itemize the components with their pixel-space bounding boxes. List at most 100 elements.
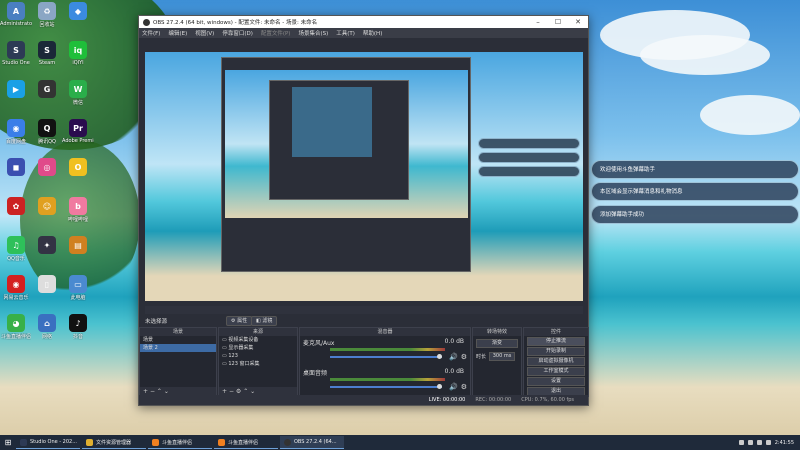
desktop-icon-label: Administrator bbox=[0, 21, 32, 27]
app-icon: ✦ bbox=[38, 236, 56, 254]
start-icon[interactable]: ⊞ bbox=[0, 438, 16, 447]
desktop-icon[interactable]: ♫ QQ音乐 bbox=[1, 236, 31, 270]
move-up-icon[interactable]: ⌃ bbox=[243, 388, 248, 395]
desktop-icon-label: 哔哩哔哩 bbox=[67, 217, 88, 223]
start-recording-button[interactable]: 开始录制 bbox=[527, 347, 585, 356]
add-source-icon[interactable]: + bbox=[222, 388, 227, 395]
menu-tools[interactable]: 工具(T) bbox=[336, 29, 355, 37]
desktop-icon[interactable]: A Administrator bbox=[0, 2, 32, 36]
scene-item[interactable]: 场景 2 bbox=[140, 344, 216, 352]
desktop-icon[interactable]: ▤ bbox=[63, 236, 93, 270]
desktop-icon[interactable]: ▯ bbox=[32, 275, 62, 309]
rec-timer: REC: 00:00:00 bbox=[475, 397, 512, 403]
desktop-icon[interactable]: iq iQIYI bbox=[63, 41, 93, 75]
desktop-icon[interactable]: ♻ 回收站 bbox=[32, 2, 62, 36]
duration-input[interactable]: 300 ms bbox=[489, 352, 515, 361]
app-icon: ▭ bbox=[69, 275, 87, 293]
desktop-icon[interactable]: ◉ 百度网盘 bbox=[1, 119, 31, 153]
maximize-icon[interactable]: ☐ bbox=[548, 18, 568, 26]
desktop-icon[interactable]: b 哔哩哔哩 bbox=[63, 197, 93, 231]
properties-button[interactable]: ⚙ 属性 bbox=[226, 316, 253, 326]
stop-streaming-button[interactable]: 停止推流 bbox=[527, 337, 585, 346]
taskbar-item[interactable]: OBS 27.2.4 (64... bbox=[280, 436, 344, 449]
desktop-icon[interactable]: ▶ bbox=[1, 80, 31, 114]
volume-slider[interactable] bbox=[330, 356, 442, 358]
desktop-icon[interactable]: PrAdobe Premiere bbox=[62, 119, 94, 153]
menu-docks[interactable]: 停靠窗口(D) bbox=[222, 29, 253, 37]
desktop-icon[interactable]: ♪ 抖音 bbox=[63, 314, 93, 348]
transition-select[interactable]: 渐变 bbox=[476, 339, 518, 348]
menu-view[interactable]: 视图(V) bbox=[195, 29, 214, 37]
settings-button[interactable]: 设置 bbox=[527, 377, 585, 386]
title-bar[interactable]: OBS 27.2.4 (64 bit, windows) - 配置文件: 未命名… bbox=[139, 16, 588, 28]
close-icon[interactable]: ✕ bbox=[568, 18, 588, 26]
desktop-icon[interactable]: ◉ 网易云音乐 bbox=[1, 275, 31, 309]
taskbar-item[interactable]: Studio One - 202... bbox=[16, 436, 80, 449]
obs-window[interactable]: OBS 27.2.4 (64 bit, windows) - 配置文件: 未命名… bbox=[138, 15, 589, 406]
preview-notification bbox=[478, 138, 580, 149]
remove-scene-icon[interactable]: − bbox=[150, 388, 155, 395]
tray-icon[interactable] bbox=[738, 440, 744, 445]
desktop-icon[interactable]: ✿ bbox=[1, 197, 31, 231]
source-item[interactable]: ▭ 123 窗口采集 bbox=[219, 360, 297, 368]
slider-handle[interactable] bbox=[437, 354, 442, 359]
speaker-icon[interactable]: 🔊 bbox=[449, 353, 458, 361]
menu-scene-collection[interactable]: 场景集合(S) bbox=[298, 29, 328, 37]
menu-file[interactable]: 文件(F) bbox=[142, 29, 160, 37]
app-icon: b bbox=[69, 197, 87, 215]
filters-button[interactable]: ◧ 滤镜 bbox=[251, 316, 278, 326]
add-scene-icon[interactable]: + bbox=[143, 388, 148, 395]
desktop-icon[interactable]: ◆ bbox=[63, 2, 93, 36]
cpu-fps: CPU: 0.7%, 60.00 fps bbox=[521, 397, 574, 403]
desktop-icon[interactable]: G bbox=[32, 80, 62, 114]
slider-handle[interactable] bbox=[437, 384, 442, 389]
speaker-icon[interactable]: 🔊 bbox=[449, 383, 458, 391]
tray-icon[interactable] bbox=[747, 440, 753, 445]
menu-profile[interactable]: 配置文件(P) bbox=[261, 29, 291, 37]
move-down-icon[interactable]: ⌄ bbox=[250, 388, 255, 395]
app-icon: S bbox=[7, 41, 25, 59]
gear-icon[interactable]: ⚙ bbox=[461, 383, 467, 391]
remove-source-icon[interactable]: − bbox=[229, 388, 234, 395]
taskbar-item[interactable]: 斗鱼直播伴侣 bbox=[148, 436, 212, 449]
desktop-icon[interactable]: ⌂ 网络 bbox=[32, 314, 62, 348]
start-virtual-camera-button[interactable]: 启动虚拟摄像机 bbox=[527, 357, 585, 366]
preview-canvas[interactable] bbox=[145, 52, 583, 301]
desktop-icon[interactable]: ◕ 斗鱼直播伴侣 bbox=[1, 314, 31, 348]
gear-icon[interactable]: ⚙ bbox=[461, 353, 467, 361]
sources-dock: 来源 ▭ 视频采集设备 ▭ 显示器采集 ▭ 123 ▭ 123 窗口采集 + −… bbox=[218, 327, 298, 397]
studio-mode-button[interactable]: 工作室模式 bbox=[527, 367, 585, 376]
desktop-icon[interactable]: ▭ 此电脑 bbox=[63, 275, 93, 309]
desktop-icon[interactable]: ◼ bbox=[1, 158, 31, 192]
desktop-icon[interactable]: S Studio One bbox=[1, 41, 31, 75]
app-icon: ◼ bbox=[7, 158, 25, 176]
move-down-icon[interactable]: ⌄ bbox=[164, 388, 169, 395]
tray-icon[interactable] bbox=[756, 440, 762, 445]
volume-icon[interactable] bbox=[765, 440, 771, 445]
desktop-icon[interactable]: Q 腾讯QQ bbox=[32, 119, 62, 153]
minimize-icon[interactable]: – bbox=[528, 18, 548, 26]
clock[interactable]: 2:41:55 bbox=[775, 440, 794, 446]
desktop-icon-label: Studio One bbox=[2, 60, 30, 66]
menu-help[interactable]: 帮助(H) bbox=[363, 29, 382, 37]
taskbar-item[interactable]: 文件资源管理器 bbox=[82, 436, 146, 449]
desktop-icon-label: 抖音 bbox=[72, 334, 83, 340]
gear-icon[interactable]: ⚙ bbox=[236, 388, 241, 395]
desktop-icon[interactable]: ◎ bbox=[32, 158, 62, 192]
volume-slider[interactable] bbox=[330, 386, 442, 388]
scene-item[interactable]: 场景 bbox=[140, 336, 216, 344]
source-item[interactable]: ▭ 视频采集设备 bbox=[219, 336, 297, 344]
desktop-icon[interactable]: ✦ bbox=[32, 236, 62, 270]
notification-area-info: 本区域会显示弹幕消息和礼物消息 bbox=[591, 182, 799, 201]
app-icon: ◉ bbox=[7, 275, 25, 293]
source-item[interactable]: ▭ 123 bbox=[219, 352, 297, 360]
move-up-icon[interactable]: ⌃ bbox=[157, 388, 162, 395]
taskbar-item[interactable]: 斗鱼直播伴侣 bbox=[214, 436, 278, 449]
desktop-icon[interactable]: ☺ bbox=[32, 197, 62, 231]
mixer-track-mic: 麦克风/Aux 0.0 dB 🔊 ⚙ bbox=[300, 336, 470, 366]
desktop-icon[interactable]: O bbox=[63, 158, 93, 192]
desktop-icon[interactable]: W 微信 bbox=[63, 80, 93, 114]
source-item[interactable]: ▭ 显示器采集 bbox=[219, 344, 297, 352]
desktop-icon[interactable]: S Steam bbox=[32, 41, 62, 75]
menu-edit[interactable]: 编辑(E) bbox=[168, 29, 187, 37]
